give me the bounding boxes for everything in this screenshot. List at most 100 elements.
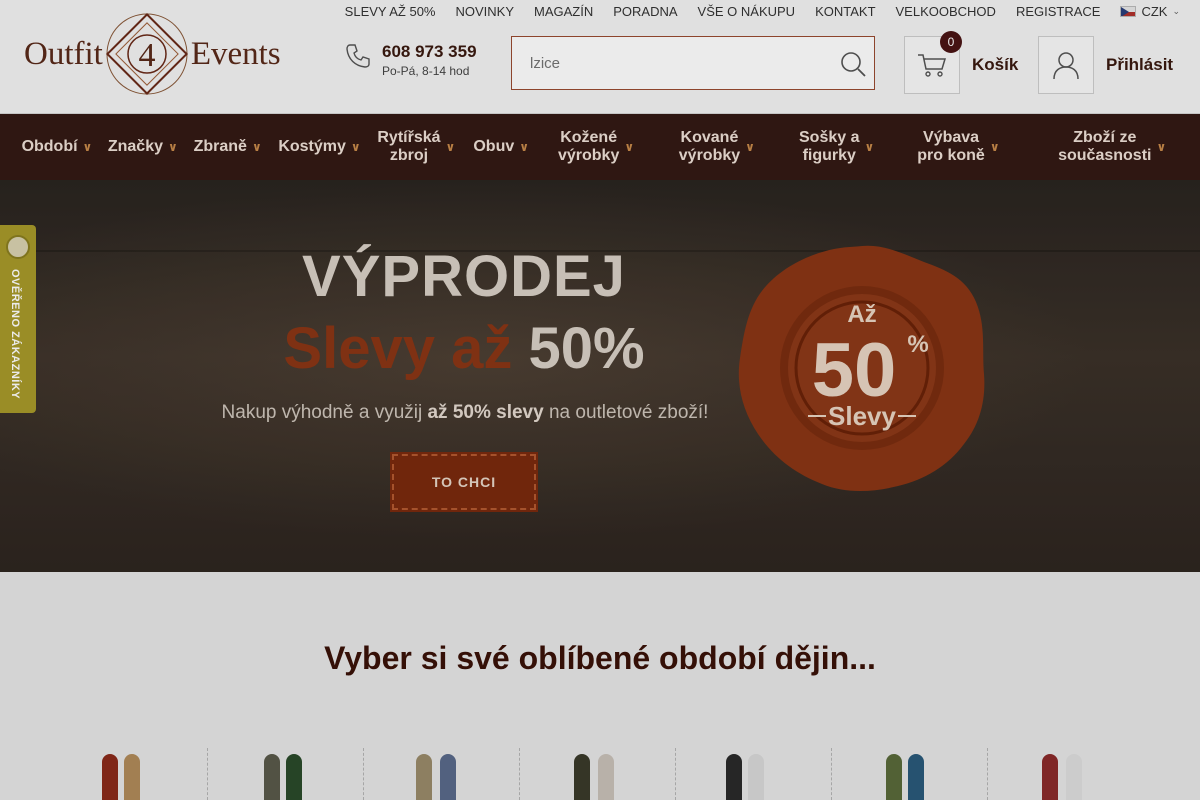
figure-icon — [726, 754, 742, 800]
logo-word-events: Events — [190, 35, 281, 72]
user-icon — [1053, 52, 1079, 80]
logo-emblem: 4 — [105, 12, 188, 96]
cart-icon-box: 0 — [904, 31, 962, 94]
period-item[interactable] — [832, 748, 988, 800]
login-button[interactable]: Přihlásit — [1038, 36, 1173, 94]
hero-subtitle: Slevy až 50% — [214, 315, 714, 382]
phone-number[interactable]: 608 973 359 — [382, 42, 477, 62]
top-link-register[interactable]: REGISTRACE — [1016, 4, 1101, 19]
chevron-down-icon: ∨ — [167, 140, 178, 154]
figure-icon — [440, 754, 456, 800]
nav-item-label: Zboží ze současnosti — [1058, 129, 1152, 164]
user-icon-box — [1038, 36, 1094, 94]
phone-contact[interactable]: 608 973 359 Po-Pá, 8-14 hod — [344, 42, 477, 78]
search-input[interactable] — [512, 37, 822, 89]
chevron-down-icon: ∨ — [864, 140, 875, 154]
nav-item-label: Kožené výrobky — [557, 129, 620, 164]
figure-icon — [264, 754, 280, 800]
figure-icon — [598, 754, 614, 800]
figure-icon — [416, 754, 432, 800]
nav-item-label: Období — [21, 138, 78, 155]
top-link-new[interactable]: NOVINKY — [456, 4, 515, 19]
top-link-advice[interactable]: PORADNA — [613, 4, 677, 19]
seal-percent: % — [907, 331, 928, 358]
figure-icon — [886, 754, 902, 800]
nav-item[interactable]: Kožené výrobky ∨ — [539, 114, 653, 180]
verified-badge-text: OVĚŘENO ZÁKAZNÍKY — [9, 269, 21, 400]
chevron-down-icon: ∨ — [1156, 140, 1167, 154]
figure-icon — [124, 754, 140, 800]
hero-description-bold: až 50% slevy — [427, 402, 544, 423]
hero-title: VÝPRODEJ — [302, 244, 626, 309]
seal-top-text: Až — [847, 301, 876, 328]
hero-cta-button[interactable]: TO CHCI — [390, 452, 538, 512]
cart-button[interactable]: 0 Košík — [904, 31, 1019, 94]
seal-bottom-text: Slevy — [828, 401, 896, 431]
top-link-wholesale[interactable]: VELKOOBCHOD — [896, 4, 996, 19]
hero-description-pre: Nakup výhodně a využij — [221, 402, 428, 423]
chevron-down-icon: ∨ — [519, 140, 529, 154]
hero-subtitle-text: Slevy až — [283, 316, 513, 381]
cart-label: Košík — [972, 55, 1019, 74]
top-link-sale[interactable]: SLEVY AŽ 50% — [345, 4, 436, 19]
currency-selector[interactable]: CZK ⌄ — [1120, 4, 1180, 19]
figure-icon — [286, 754, 302, 800]
search-icon[interactable] — [838, 49, 868, 79]
nav-item-label: Sošky a figurky — [799, 129, 860, 164]
top-link-contact[interactable]: KONTAKT — [815, 4, 875, 19]
period-item[interactable] — [676, 748, 832, 800]
nav-item-label: Rytířská zbroj — [377, 129, 441, 164]
hero-description-post: na outletové zboží! — [543, 402, 709, 423]
period-item[interactable] — [364, 748, 520, 800]
phone-hours: Po-Pá, 8-14 hod — [382, 64, 470, 78]
figure-icon — [908, 754, 924, 800]
nav-item[interactable]: Kostýmy ∨ — [270, 114, 370, 180]
figure-icon — [1066, 754, 1082, 800]
nav-item[interactable]: Období ∨ — [14, 114, 100, 180]
period-item[interactable] — [208, 748, 364, 800]
figure-icon — [1042, 754, 1058, 800]
nav-item-label: Výbava pro koně — [917, 129, 985, 164]
nav-item-label: Obuv — [473, 138, 515, 155]
top-link-shopping-info[interactable]: VŠE O NÁKUPU — [698, 4, 796, 19]
search-box — [511, 36, 875, 90]
period-item[interactable] — [520, 748, 676, 800]
top-link-magazine[interactable]: MAGAZÍN — [534, 4, 593, 19]
nav-item[interactable]: Obuv ∨ — [463, 114, 539, 180]
period-item[interactable] — [52, 748, 208, 800]
nav-item-label: Zbraně — [193, 138, 247, 155]
hero-description: Nakup výhodně a využij až 50% slevy na o… — [180, 402, 750, 424]
chevron-down-icon: ∨ — [350, 140, 361, 154]
cart-icon — [918, 54, 947, 77]
verified-by-customers-badge[interactable]: OVĚŘENO ZÁKAZNÍKY — [0, 225, 36, 413]
nav-item[interactable]: Kované výrobky ∨ — [653, 114, 781, 180]
login-label: Přihlásit — [1106, 55, 1174, 74]
nav-item[interactable]: Sošky a figurky ∨ — [781, 114, 893, 180]
logo-word-outfit: Outfit — [24, 35, 103, 72]
figure-icon — [574, 754, 590, 800]
nav-item[interactable]: Zbraně ∨ — [186, 114, 270, 180]
chevron-down-icon: ∨ — [624, 140, 635, 154]
section-title: Vyber si své oblíbené období dějin... — [324, 640, 876, 676]
site-logo[interactable]: Outfit 4 Events — [24, 8, 314, 100]
svg-text:4: 4 — [138, 37, 155, 74]
chevron-down-icon: ∨ — [989, 140, 1000, 154]
nav-item[interactable]: Rytířská zbroj ∨ — [369, 114, 463, 180]
nav-item[interactable]: Výbava pro koně ∨ — [893, 114, 1025, 180]
cart-count-badge: 0 — [940, 31, 962, 53]
phone-icon — [346, 44, 370, 68]
top-links: SLEVY AŽ 50% NOVINKY MAGAZÍN PORADNA VŠE… — [345, 4, 1180, 19]
czech-flag-icon — [1120, 6, 1137, 17]
chevron-down-icon: ∨ — [745, 140, 755, 154]
nav-item[interactable]: Zboží ze současnosti ∨ — [1024, 114, 1200, 180]
period-list — [52, 748, 1152, 800]
main-navigation: Období ∨ Značky ∨ Zbraně ∨ Kostýmy ∨ Rytířská zb… — [0, 114, 1200, 180]
chevron-down-icon: ∨ — [445, 140, 456, 154]
nav-item-label: Značky — [107, 138, 163, 155]
chevron-down-icon: ⌄ — [1172, 6, 1180, 16]
currency-label: CZK — [1141, 4, 1168, 19]
hero-subtitle-percent: 50% — [528, 316, 645, 381]
figure-icon — [748, 754, 764, 800]
nav-item[interactable]: Značky ∨ — [100, 114, 186, 180]
period-item[interactable] — [988, 748, 1144, 800]
